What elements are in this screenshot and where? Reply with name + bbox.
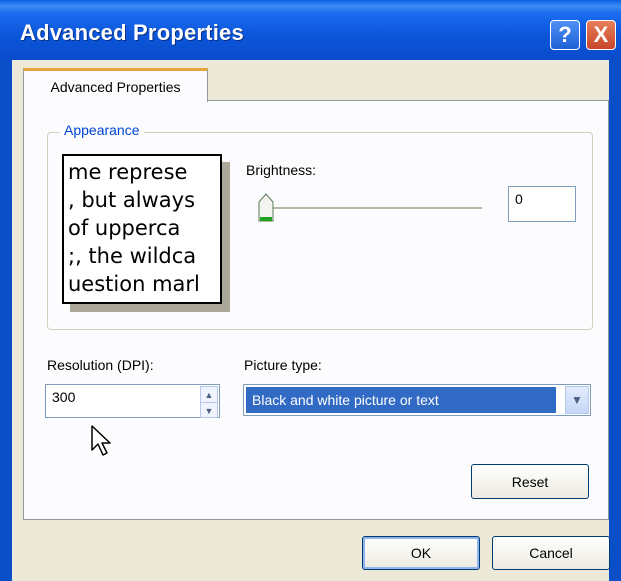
appearance-legend: Appearance xyxy=(60,122,144,138)
spin-up-icon[interactable]: ▲ xyxy=(201,387,217,403)
picture-type-selected: Black and white picture or text xyxy=(246,387,556,413)
preview-line: me represe xyxy=(68,160,188,184)
brightness-slider-track[interactable] xyxy=(266,207,482,210)
tab-label: Advanced Properties xyxy=(50,78,181,95)
cancel-button[interactable]: Cancel xyxy=(492,536,610,570)
chevron-down-icon[interactable]: ▼ xyxy=(565,386,589,414)
brightness-input[interactable]: 0 xyxy=(508,186,576,222)
preview-line: , but always xyxy=(68,188,196,212)
reset-label: Reset xyxy=(511,473,549,490)
brightness-slider-thumb[interactable] xyxy=(258,193,274,223)
help-button[interactable]: ? xyxy=(550,20,580,50)
window-frame-left xyxy=(0,60,12,581)
advanced-properties-dialog: Advanced Properties ? X Advanced Propert… xyxy=(0,0,621,581)
spin-down-icon[interactable]: ▼ xyxy=(201,403,217,418)
preview-line: uestion marl xyxy=(68,272,200,296)
resolution-value: 300 xyxy=(52,389,76,405)
resolution-label: Resolution (DPI): xyxy=(47,357,154,373)
window-frame-right xyxy=(609,60,621,581)
preview-line: ;, the wildca xyxy=(68,244,197,268)
close-button[interactable]: X xyxy=(586,20,616,50)
tab-advanced-properties[interactable]: Advanced Properties xyxy=(23,68,208,102)
preview-line: of upperca xyxy=(68,216,181,240)
brightness-label: Brightness: xyxy=(246,162,317,178)
cancel-label: Cancel xyxy=(529,545,573,561)
resolution-input[interactable]: 300 xyxy=(45,384,220,418)
window-title: Advanced Properties xyxy=(20,20,244,45)
title-bar[interactable]: Advanced Properties ? X xyxy=(0,0,621,60)
resolution-spinner[interactable]: ▲ ▼ xyxy=(200,386,218,418)
help-icon: ? xyxy=(558,22,572,47)
preview-image: me represe , but always of upperca ;, th… xyxy=(62,154,222,304)
picture-type-select[interactable]: Black and white picture or text ▼ xyxy=(243,384,591,416)
ok-label: OK xyxy=(410,545,432,561)
ok-button[interactable]: OK xyxy=(362,536,480,570)
picture-type-label: Picture type: xyxy=(244,357,322,373)
reset-button[interactable]: Reset xyxy=(471,464,589,499)
mouse-cursor-icon xyxy=(91,425,111,456)
brightness-value: 0 xyxy=(515,191,523,207)
close-icon: X xyxy=(593,22,609,47)
